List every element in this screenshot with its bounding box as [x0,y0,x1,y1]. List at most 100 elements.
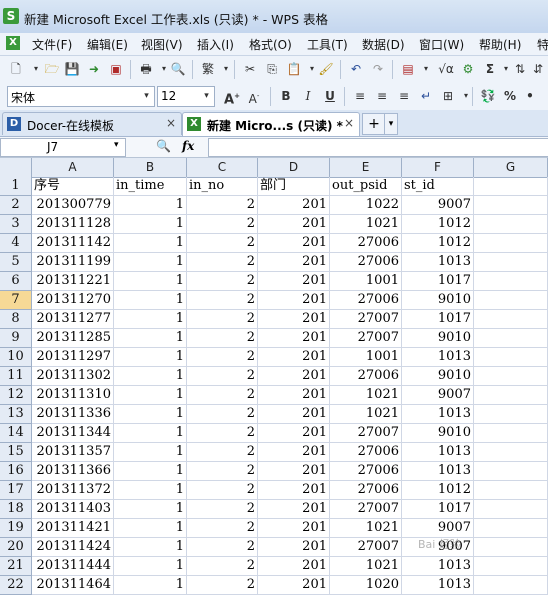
font-size-select[interactable]: 12 ▾ [157,86,215,107]
table-cell[interactable]: 1 [114,215,187,234]
table-cell[interactable]: 1012 [402,481,474,500]
table-cell[interactable] [474,557,548,576]
table-cell[interactable]: 201311366 [32,462,114,481]
align-right-icon[interactable]: ≡ [396,88,412,104]
percent-icon[interactable]: % [502,88,518,104]
row-header[interactable]: 21 [0,557,32,576]
underline-icon[interactable]: U [322,88,338,104]
close-icon[interactable]: × [166,116,176,130]
table-cell[interactable]: 201 [258,443,330,462]
table-cell[interactable]: 2 [187,481,258,500]
table-cell[interactable]: 27006 [330,462,402,481]
new-file-icon[interactable]: 🗋 [8,61,24,77]
align-left-icon[interactable]: ≡ [352,88,368,104]
header-cell[interactable]: st_id [402,177,474,196]
menu-item[interactable]: 文件(F) [32,36,72,53]
table-cell[interactable]: 27007 [330,538,402,557]
table-cell[interactable]: 201 [258,291,330,310]
row-header[interactable]: 1 [0,177,32,196]
table-cell[interactable]: 2 [187,253,258,272]
format-painter-icon[interactable]: 🖌 [318,61,334,77]
table-cell[interactable]: 1 [114,386,187,405]
header-cell[interactable]: in_no [187,177,258,196]
header-cell[interactable]: 部门 [258,177,330,196]
table-cell[interactable]: 1 [114,424,187,443]
table-cell[interactable]: 201311310 [32,386,114,405]
tab-workbook[interactable]: X 新建 Micro...s (只读) * × [182,112,360,136]
table-cell[interactable]: 27006 [330,481,402,500]
row-header[interactable]: 6 [0,272,32,291]
table-cell[interactable]: 2 [187,386,258,405]
formula-input[interactable] [208,138,548,157]
menu-item[interactable]: 工具(T) [307,36,348,53]
sort-ascending-icon[interactable]: ⇅ [512,61,528,77]
cut-icon[interactable]: ✂ [242,61,258,77]
row-header[interactable]: 4 [0,234,32,253]
table-cell[interactable]: 201311424 [32,538,114,557]
table-cell[interactable]: 201 [258,424,330,443]
row-header[interactable]: 17 [0,481,32,500]
italic-icon[interactable]: I [300,88,316,104]
table-cell[interactable]: 1022 [330,196,402,215]
table-cell[interactable]: 1021 [330,386,402,405]
table-cell[interactable]: 1 [114,576,187,595]
table-cell[interactable]: 201311221 [32,272,114,291]
table-cell[interactable]: 1 [114,557,187,576]
formula-icon[interactable]: √α [438,61,454,77]
table-cell[interactable]: 2 [187,424,258,443]
table-cell[interactable] [474,424,548,443]
table-cell[interactable] [474,348,548,367]
table-cell[interactable]: 1 [114,500,187,519]
name-box[interactable]: J7 [0,138,126,157]
table-cell[interactable]: 201311421 [32,519,114,538]
row-header[interactable]: 8 [0,310,32,329]
table-cell[interactable]: 201 [258,500,330,519]
table-cell[interactable] [474,462,548,481]
column-header[interactable]: F [402,158,474,178]
table-cell[interactable]: 1 [114,538,187,557]
row-header[interactable]: 12 [0,386,32,405]
table-cell[interactable]: 27007 [330,329,402,348]
table-cell[interactable]: 201311464 [32,576,114,595]
table-cell[interactable]: 201311372 [32,481,114,500]
table-cell[interactable]: 27006 [330,234,402,253]
table-cell[interactable]: 201311302 [32,367,114,386]
menu-item[interactable]: 数据(D) [362,36,405,53]
close-icon[interactable]: × [344,116,354,130]
column-header[interactable]: E [330,158,402,178]
table-cell[interactable]: 1 [114,196,187,215]
document-icon[interactable]: X [6,36,20,50]
paste-icon[interactable]: 📋 [286,61,302,77]
table-cell[interactable]: 201 [258,367,330,386]
print-preview-icon[interactable]: 🔍 [170,61,186,77]
table-cell[interactable]: 201 [258,253,330,272]
open-folder-icon[interactable]: 🗁 [44,61,60,77]
table-cell[interactable]: 201 [258,538,330,557]
select-all-corner[interactable] [0,158,32,178]
column-header[interactable]: A [32,158,114,178]
table-cell[interactable] [474,443,548,462]
table-cell[interactable]: 201 [258,215,330,234]
table-cell[interactable]: 201 [258,348,330,367]
table-cell[interactable]: 201311128 [32,215,114,234]
sort-descending-icon[interactable]: ⇵ [530,61,546,77]
chevron-down-icon[interactable]: ▾ [200,88,213,104]
bold-icon[interactable]: B [278,88,294,104]
table-cell[interactable]: 201311199 [32,253,114,272]
table-cell[interactable]: 27006 [330,291,402,310]
table-cell[interactable]: 2 [187,310,258,329]
table-cell[interactable]: 201311336 [32,405,114,424]
table-cell[interactable]: 27007 [330,310,402,329]
menu-item[interactable]: 视图(V) [141,36,183,53]
table-cell[interactable]: 1001 [330,348,402,367]
table-cell[interactable]: 2 [187,348,258,367]
table-cell[interactable]: 1 [114,519,187,538]
table-cell[interactable]: 27007 [330,424,402,443]
table-cell[interactable]: 1 [114,234,187,253]
row-header[interactable]: 18 [0,500,32,519]
table-cell[interactable]: 1 [114,310,187,329]
decrease-font-icon[interactable]: A- [246,88,262,106]
table-cell[interactable]: 1013 [402,443,474,462]
table-cell[interactable]: 2 [187,462,258,481]
row-header[interactable]: 2 [0,196,32,215]
